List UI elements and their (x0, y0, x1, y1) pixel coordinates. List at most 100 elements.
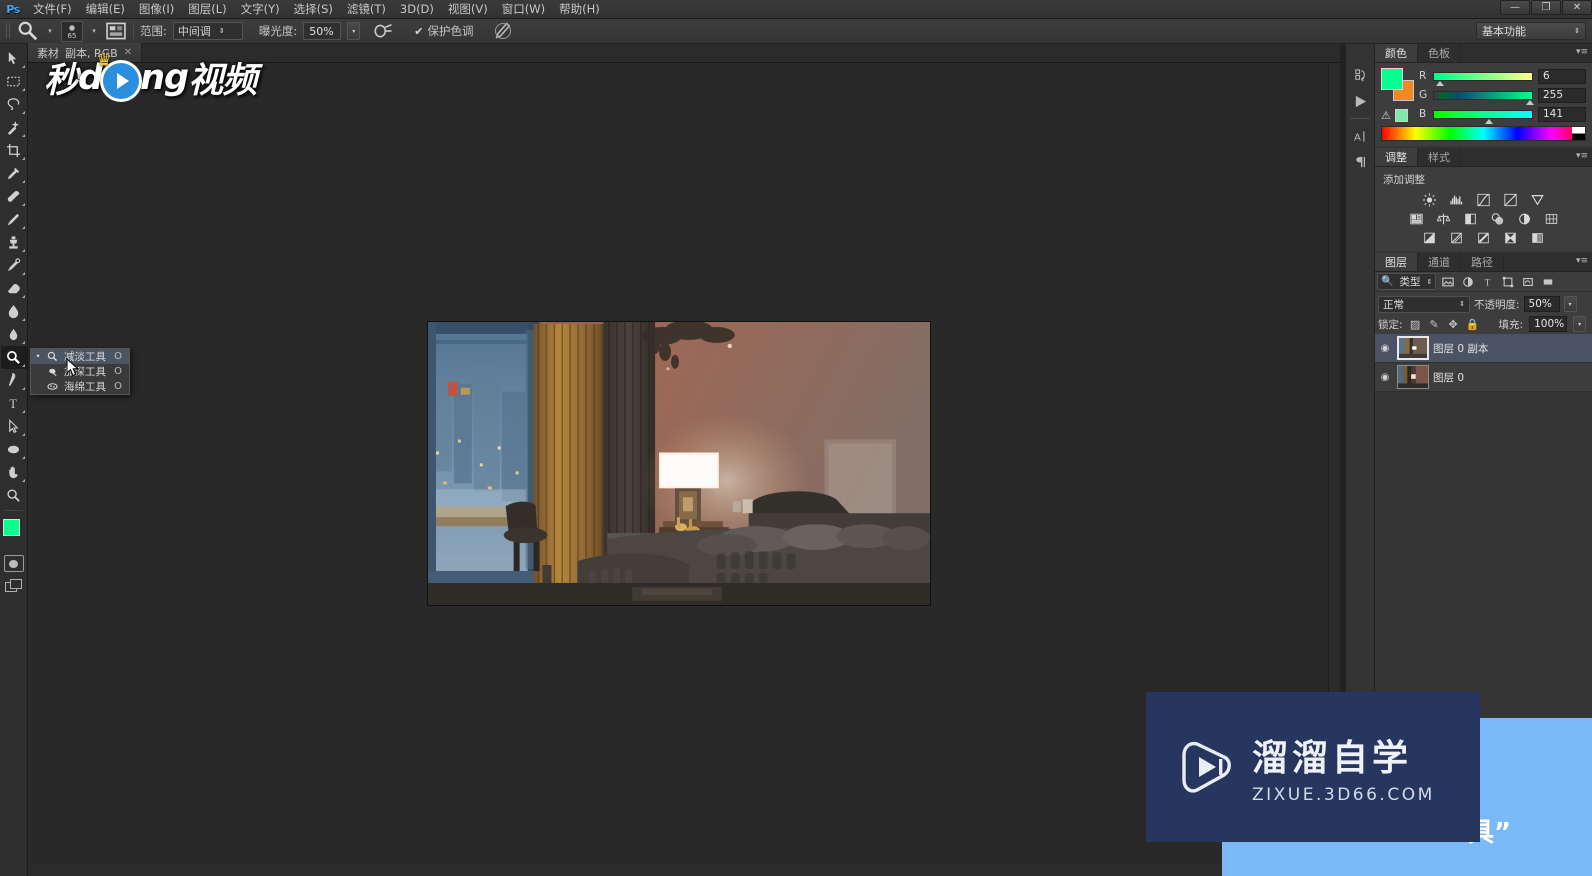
menu-image[interactable]: 图像(I) (132, 0, 181, 19)
zoom-tool[interactable] (1, 484, 27, 507)
fill-value[interactable]: 100% (1529, 316, 1568, 332)
close-button[interactable]: ✕ (1562, 0, 1592, 15)
menu-edit[interactable]: 编辑(E) (79, 0, 132, 19)
lasso-tool[interactable] (1, 93, 27, 116)
brush-preset-chevron-icon[interactable]: ▾ (89, 27, 99, 35)
curves-icon[interactable] (1475, 192, 1492, 207)
filter-toggle-icon[interactable] (1539, 273, 1556, 290)
menu-layer[interactable]: 图层(L) (181, 0, 233, 19)
marquee-tool[interactable] (1, 70, 27, 93)
screen-mode-icon[interactable] (4, 579, 23, 594)
flyout-item-burn[interactable]: 加深工具 O (31, 364, 129, 379)
paragraph-icon[interactable] (1348, 149, 1372, 175)
range-dropdown[interactable]: 中间调 ⇕ (172, 22, 243, 40)
color-panel-foreground-swatch[interactable] (1381, 68, 1403, 90)
menu-filter[interactable]: 滤镜(T) (340, 0, 393, 19)
shape-tool[interactable] (1, 438, 27, 461)
slider-b[interactable] (1433, 109, 1533, 124)
layer-filter-type-dropdown[interactable]: 🔍 类型 ⇕ (1377, 273, 1437, 290)
menu-help[interactable]: 帮助(H) (552, 0, 607, 19)
tab-layers[interactable]: 图层 (1375, 253, 1418, 271)
levels-icon[interactable] (1448, 192, 1465, 207)
workspace-selector[interactable]: 基本功能 ⇕ (1476, 22, 1586, 40)
gradient-tool[interactable] (1, 300, 27, 323)
exposure-icon[interactable] (1502, 192, 1519, 207)
lock-image-icon[interactable]: ✎ (1428, 318, 1441, 331)
opacity-value[interactable]: 50% (1523, 296, 1560, 312)
flyout-item-sponge[interactable]: 海绵工具 O (31, 379, 129, 394)
slider-r[interactable] (1433, 71, 1533, 86)
black-white-icon[interactable] (1462, 211, 1479, 226)
quick-mask-icon[interactable] (3, 555, 24, 572)
color-balance-icon[interactable] (1435, 211, 1452, 226)
tab-styles[interactable]: 样式 (1418, 148, 1461, 166)
brush-tool[interactable] (1, 208, 27, 231)
restore-button[interactable]: ❐ (1531, 0, 1561, 15)
eraser-tool[interactable] (1, 277, 27, 300)
threshold-icon[interactable] (1475, 230, 1492, 245)
protect-tones-checkbox[interactable]: ✔ 保护色调 (414, 23, 473, 39)
channel-value-g[interactable]: 255 (1538, 87, 1586, 103)
slider-thumb-g[interactable] (1526, 99, 1535, 105)
document-canvas[interactable] (427, 321, 931, 606)
history-icon[interactable] (1348, 62, 1372, 88)
adjustments-panel-menu-icon[interactable]: ▾≡ (1576, 151, 1588, 161)
blur-tool[interactable] (1, 323, 27, 346)
airbrush-icon[interactable] (374, 21, 394, 41)
adjustment-filter-icon[interactable] (1459, 273, 1476, 290)
opacity-stepper[interactable]: ▾ (1563, 296, 1577, 312)
color-panel-swatches[interactable] (1381, 68, 1415, 102)
brush-size-preview[interactable]: 65 (61, 20, 83, 42)
healing-brush-tool[interactable] (1, 185, 27, 208)
layer-row-copy[interactable]: ◉ 图层 0 副本 (1375, 334, 1592, 363)
posterize-icon[interactable] (1448, 230, 1465, 245)
history-brush-tool[interactable] (1, 254, 27, 277)
slider-thumb-b[interactable] (1484, 118, 1493, 124)
menu-window[interactable]: 窗口(W) (495, 0, 552, 19)
layer-row-base[interactable]: ◉ 图层 0 (1375, 363, 1592, 392)
tab-swatches[interactable]: 色板 (1418, 44, 1461, 62)
dodge-tool[interactable] (0, 346, 27, 369)
lock-position-icon[interactable]: ✥ (1447, 318, 1460, 331)
color-lookup-icon[interactable] (1543, 211, 1560, 226)
exposure-value[interactable]: 50% (303, 22, 342, 40)
slider-g[interactable] (1433, 90, 1535, 105)
layer-thumbnail[interactable] (1397, 336, 1429, 360)
hand-tool[interactable] (1, 461, 27, 484)
layer-thumbnail[interactable] (1397, 365, 1429, 389)
color-swatches[interactable] (0, 518, 29, 550)
tab-channels[interactable]: 通道 (1418, 253, 1461, 271)
menu-type[interactable]: 文字(Y) (234, 0, 287, 19)
actions-play-icon[interactable] (1348, 88, 1372, 114)
tab-adjustments[interactable]: 调整 (1375, 148, 1418, 166)
menu-file[interactable]: 文件(F) (26, 0, 79, 19)
tab-paths[interactable]: 路径 (1461, 253, 1504, 271)
layer-visibility-icon[interactable]: ◉ (1377, 372, 1393, 383)
blend-mode-dropdown[interactable]: 正常 ⇕ (1378, 295, 1470, 313)
crop-tool[interactable] (1, 139, 27, 162)
flyout-item-dodge[interactable]: • 减淡工具 O (31, 349, 129, 364)
invert-icon[interactable] (1421, 230, 1438, 245)
foreground-color-swatch[interactable] (2, 519, 20, 536)
character-icon[interactable]: A (1348, 123, 1372, 149)
fill-stepper[interactable]: ▾ (1573, 316, 1587, 332)
options-bar-grip[interactable] (6, 23, 11, 39)
gradient-map-icon[interactable] (1529, 230, 1546, 245)
selective-color-icon[interactable] (1502, 230, 1519, 245)
spectrum-white-black-swatch[interactable] (1572, 127, 1585, 140)
gamut-warning-swatch[interactable] (1394, 109, 1408, 122)
menu-view[interactable]: 视图(V) (441, 0, 495, 19)
gamut-warning-icon[interactable]: ⚠ (1381, 109, 1391, 122)
layers-panel-menu-icon[interactable]: ▾≡ (1576, 256, 1588, 266)
dodge-tool-flyout-menu[interactable]: • 减淡工具 O 加深工具 O 海绵工具 O (30, 348, 130, 395)
shape-filter-icon[interactable] (1499, 273, 1516, 290)
type-tool[interactable]: T (1, 392, 27, 415)
minimize-button[interactable]: — (1500, 0, 1530, 15)
slider-thumb-r[interactable] (1435, 80, 1444, 86)
color-spectrum-ramp[interactable] (1381, 126, 1586, 141)
menu-select[interactable]: 选择(S) (287, 0, 340, 19)
brightness-contrast-icon[interactable] (1421, 192, 1438, 207)
move-tool[interactable] (1, 47, 27, 70)
channel-mixer-icon[interactable] (1516, 211, 1533, 226)
smart-object-filter-icon[interactable] (1519, 273, 1536, 290)
